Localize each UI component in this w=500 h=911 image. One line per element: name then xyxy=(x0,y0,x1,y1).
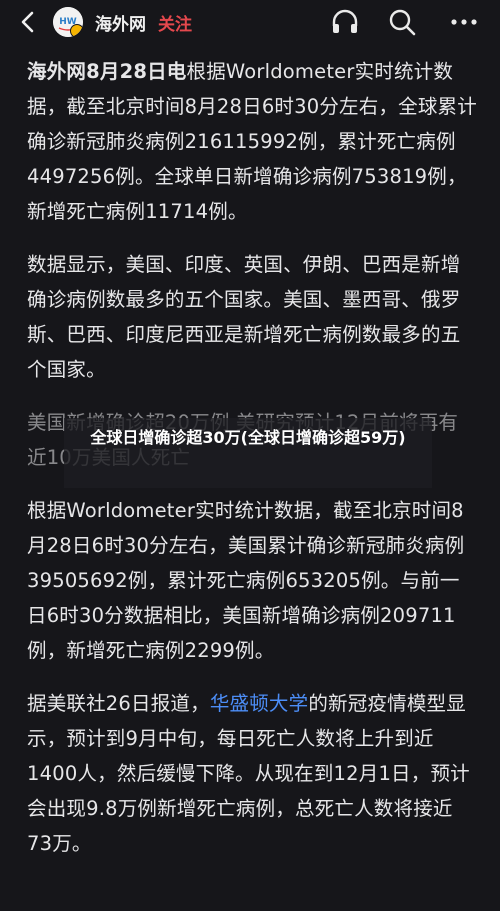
avatar[interactable]: HW xyxy=(53,7,83,37)
top-bar: HW 海外网 关注 xyxy=(0,0,500,44)
search-button[interactable] xyxy=(386,6,418,38)
paragraph-1-text: 根据Worldometer实时统计数据，截至北京时间8月28日6时30分左右，全… xyxy=(27,60,477,223)
listen-button[interactable] xyxy=(329,6,361,38)
back-button[interactable] xyxy=(14,8,40,36)
paragraph-5: 据美联社26日报道，华盛顿大学的新冠疫情模型显示，预计到9月中旬，每日死亡人数将… xyxy=(27,686,477,861)
university-link[interactable]: 华盛顿大学 xyxy=(210,692,309,715)
verified-badge-icon xyxy=(70,24,83,37)
paragraph-4: 根据Worldometer实时统计数据，截至北京时间8月28日6时30分左右，美… xyxy=(27,499,465,662)
paragraph-5-text: 的新冠疫情模型显示，预计到9月中旬，每日死亡人数将上升到近1400人，然后缓慢下… xyxy=(27,692,470,855)
more-button[interactable] xyxy=(448,6,480,38)
paragraph-5-lead: 据美联社26日报道， xyxy=(27,692,210,715)
account-name[interactable]: 海外网 xyxy=(95,10,146,35)
search-icon xyxy=(389,9,416,36)
follow-button[interactable]: 关注 xyxy=(158,10,192,35)
dateline: 海外网8月28日电 xyxy=(27,60,187,83)
caption-title: 全球日增确诊超30万(全球日增确诊超59万) xyxy=(90,428,406,447)
paragraph-1: 海外网8月28日电根据Worldometer实时统计数据，截至北京时间8月28日… xyxy=(27,54,477,229)
headphones-icon xyxy=(332,9,358,33)
more-dots-icon xyxy=(451,19,477,25)
paragraph-2: 数据显示，美国、印度、英国、伊朗、巴西是新增确诊病例数最多的五个国家。美国、墨西… xyxy=(27,253,461,381)
chevron-left-icon xyxy=(21,11,34,33)
